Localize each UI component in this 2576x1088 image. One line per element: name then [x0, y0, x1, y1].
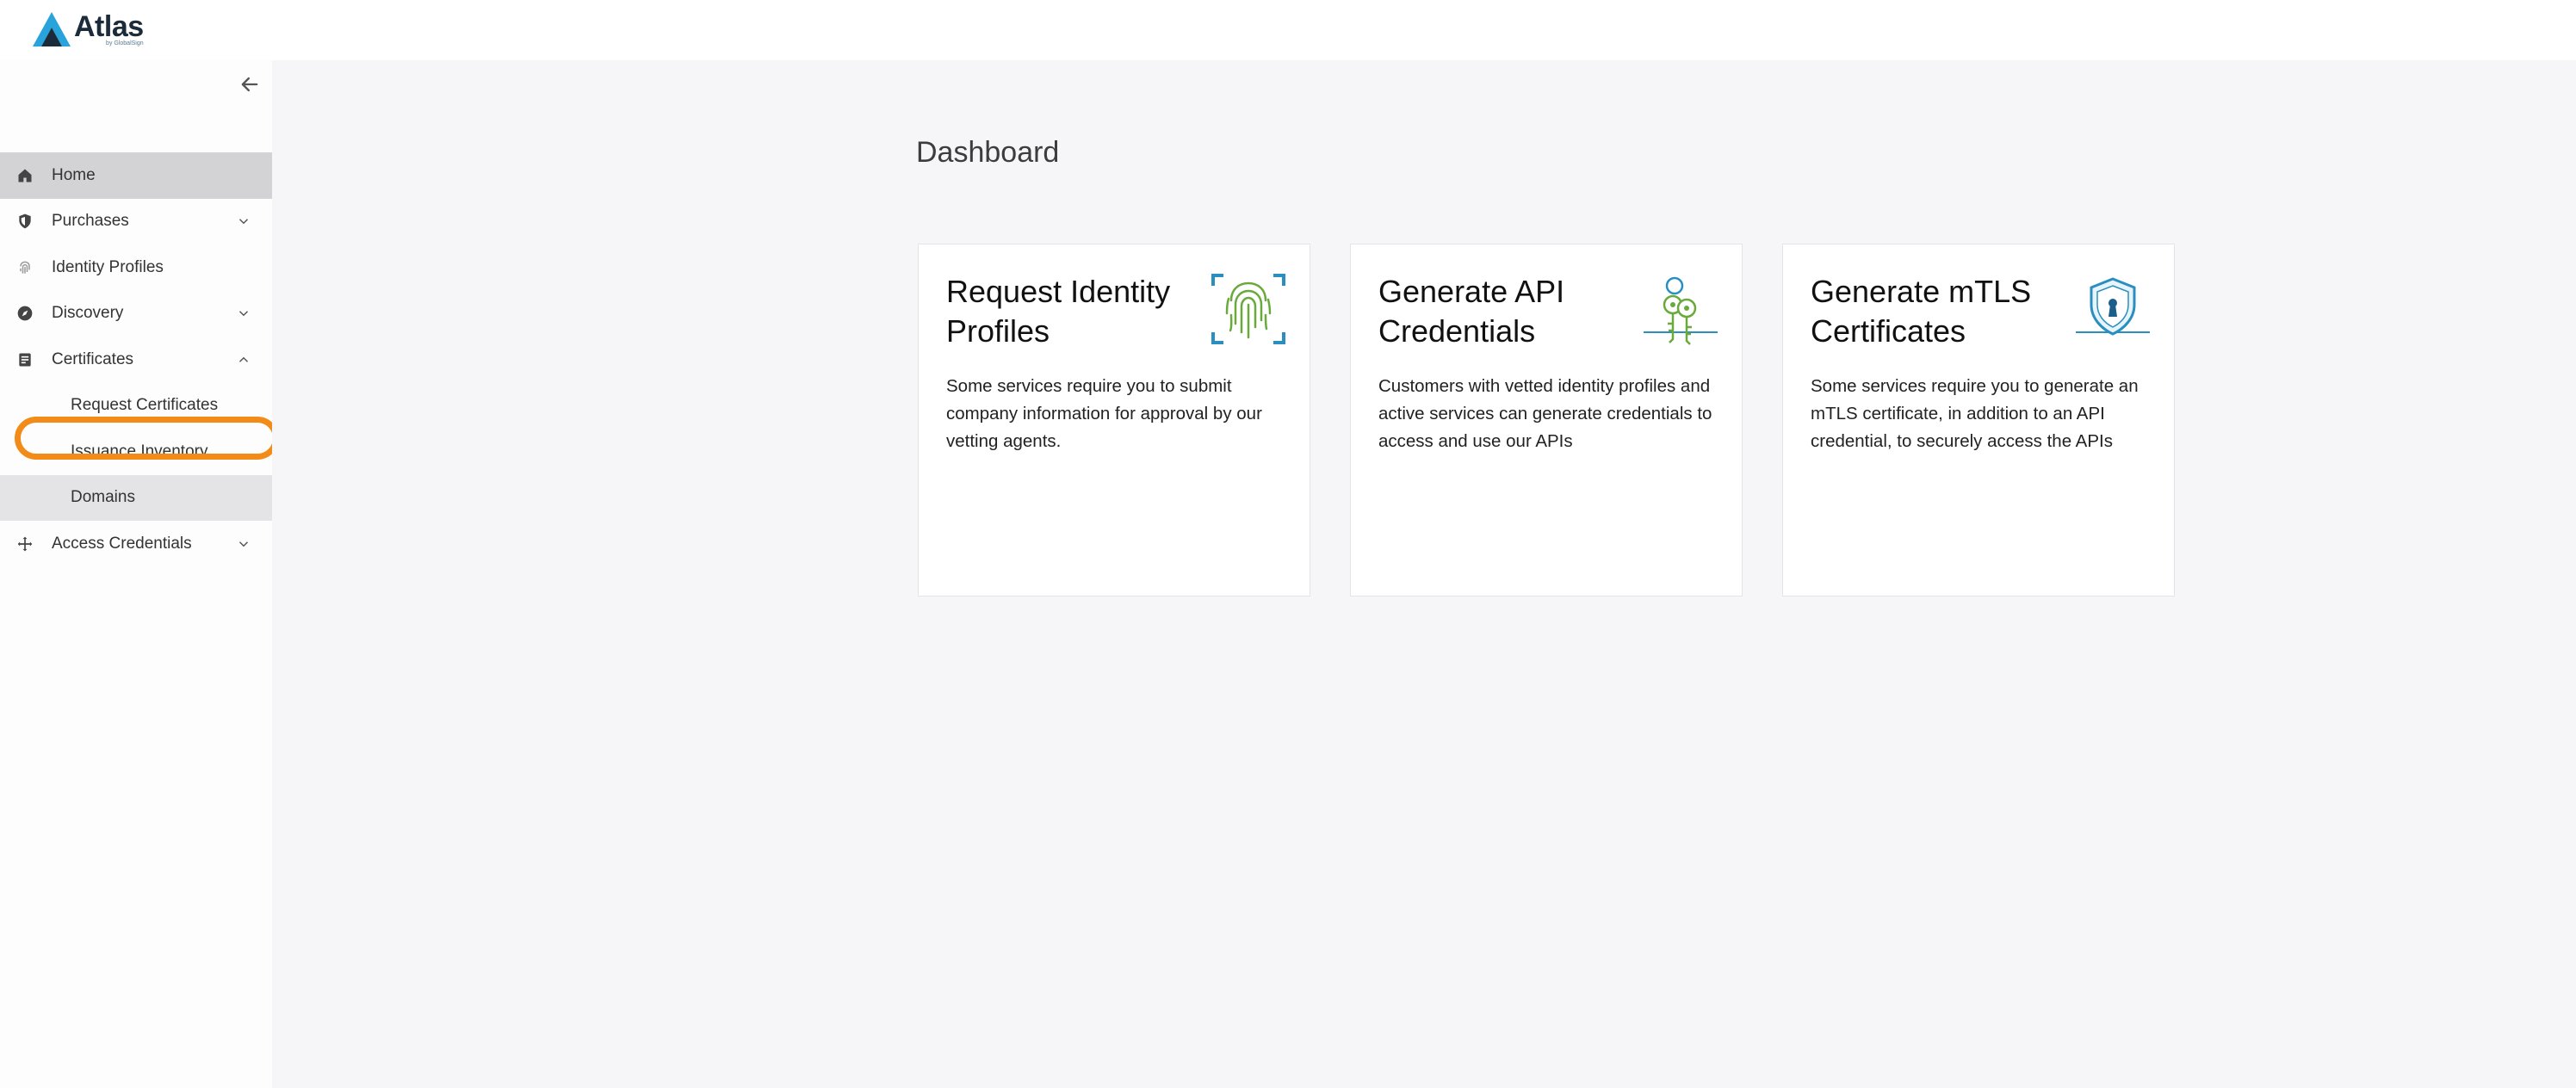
compass-icon [15, 304, 34, 323]
keys-icon [1644, 276, 1718, 345]
fingerprint-icon [15, 258, 34, 277]
fingerprint-scan-icon [1211, 274, 1285, 344]
sidebar-item-certificates[interactable]: Certificates [0, 337, 272, 383]
card-generate-api-credentials[interactable]: Generate API Credentials Customers with … [1350, 244, 1743, 597]
sidebar-item-access-credentials[interactable]: Access Credentials [0, 521, 272, 567]
card-title: Generate API Credentials [1378, 274, 1565, 349]
atlas-logo[interactable]: Atlas by GlobalSign [31, 9, 144, 50]
sidebar-nav: Home Purchases Identity Profiles Discove… [0, 152, 272, 567]
sidebar-item-home[interactable]: Home [0, 152, 272, 199]
sidebar-item-issuance-inventory[interactable]: Issuance Inventory [0, 429, 272, 475]
card-generate-mtls-certificates[interactable]: Generate mTLS Certificates Some services… [1782, 244, 2175, 597]
sidebar-item-label: Issuance Inventory [71, 442, 208, 461]
atlas-logo-icon [33, 12, 71, 46]
sidebar-item-discovery[interactable]: Discovery [0, 291, 272, 337]
card-title: Request Identity Profiles [946, 274, 1171, 349]
chevron-up-icon [238, 356, 249, 362]
card-description: Customers with vetted identity profiles … [1378, 376, 1712, 451]
sidebar-item-identity-profiles[interactable]: Identity Profiles [0, 244, 272, 291]
sidebar-item-label: Certificates [52, 349, 134, 368]
move-arrows-icon [15, 535, 34, 553]
chevron-down-icon [238, 219, 249, 225]
sidebar-item-label: Discovery [52, 304, 124, 323]
sidebar-item-request-certificates[interactable]: Request Certificates [0, 383, 272, 430]
card-description: Some services require you to generate an… [1811, 376, 2139, 451]
sidebar-item-label: Request Certificates [71, 396, 219, 415]
main-content: Dashboard Request Identity Profiles Some… [272, 60, 2576, 1088]
sidebar-item-label: Domains [71, 488, 135, 507]
top-bar: Atlas by GlobalSign [0, 0, 2576, 60]
sidebar-item-label: Purchases [52, 212, 129, 231]
sidebar: Home Purchases Identity Profiles Discove… [0, 60, 272, 1088]
document-icon [15, 350, 34, 369]
sidebar-item-label: Identity Profiles [52, 257, 164, 276]
card-description: Some services require you to submit comp… [946, 376, 1262, 451]
shield-lock-icon [2076, 277, 2150, 336]
card-request-identity-profiles[interactable]: Request Identity Profiles Some services … [918, 244, 1310, 597]
chevron-down-icon [238, 311, 249, 317]
arrow-left-icon [241, 77, 258, 92]
sidebar-item-label: Access Credentials [52, 534, 192, 553]
chevron-down-icon [238, 541, 249, 547]
sidebar-item-domains[interactable]: Domains [0, 474, 272, 521]
brand-name: Atlas [74, 10, 144, 43]
brand-sub: by GlobalSign [106, 40, 144, 46]
page-title: Dashboard [916, 136, 1060, 169]
sidebar-item-purchases[interactable]: Purchases [0, 199, 272, 245]
sidebar-item-label: Home [52, 165, 96, 184]
collapse-sidebar-button[interactable] [238, 72, 262, 96]
home-icon [15, 166, 34, 185]
shield-icon [15, 212, 34, 231]
card-title: Generate mTLS Certificates [1811, 274, 2032, 349]
